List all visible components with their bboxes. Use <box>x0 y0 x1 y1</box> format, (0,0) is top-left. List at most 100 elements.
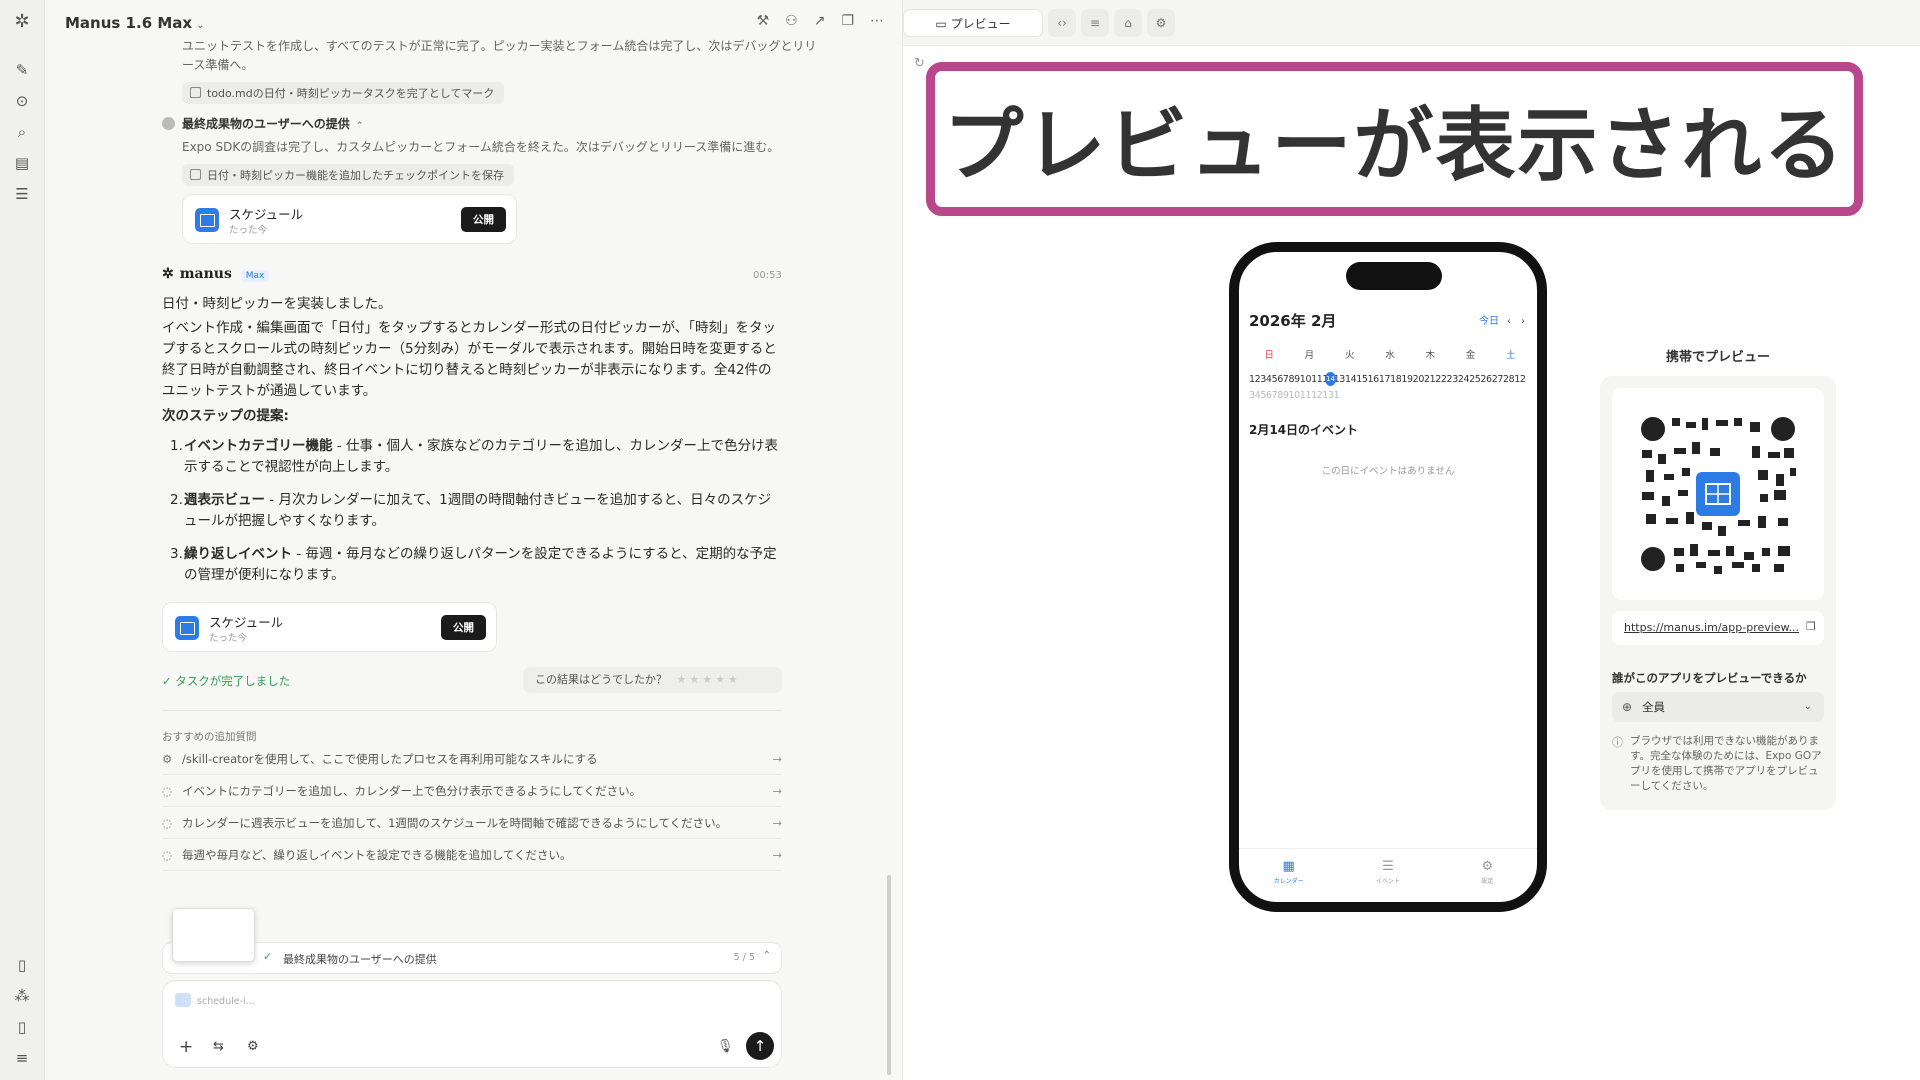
weekday: 火 <box>1344 350 1355 361</box>
weekday: 水 <box>1385 350 1395 361</box>
chip-checkpoint[interactable]: 日付・時刻ピッカー機能を追加したチェックポイントを保存 <box>182 164 514 186</box>
attachment-name: schedule-i... <box>197 996 255 1007</box>
chip-checkpoint-label: 日付・時刻ピッカー機能を追加したチェックポイントを保存 <box>207 169 504 182</box>
plan-badge: Max <box>240 270 270 282</box>
new-task-icon[interactable]: ✎ <box>12 60 32 80</box>
arrow-right-icon: → <box>772 816 782 830</box>
pane-resize-handle[interactable] <box>887 875 891 1075</box>
app-card[interactable]: スケジュール たった今 公開 <box>162 602 497 652</box>
computer-thumbnail[interactable] <box>172 908 255 962</box>
rating-question: この結果はどうでしたか？ <box>535 673 667 686</box>
chevron-right-icon[interactable]: › <box>1521 316 1525 327</box>
phone-tab-label: 設定 <box>1481 878 1494 885</box>
followup-text: /skill-creatorを使用して、ここで使用したプロセスを再利用可能なスキ… <box>182 752 598 766</box>
chat-bubble-icon: ◌ <box>162 848 173 862</box>
today-button[interactable]: 今日 <box>1479 316 1499 327</box>
message-input[interactable]: schedule-i... + ⇆ ⚙ 🎙 ↑ <box>162 980 782 1068</box>
phone-tab-events[interactable]: ☰ イベント <box>1358 849 1418 902</box>
selected-day[interactable]: 14 <box>1325 372 1336 386</box>
publish-button[interactable]: 公開 <box>441 615 486 640</box>
followup-text: カレンダーに週表示ビューを追加して、1週間のスケジュールを時間軸で確認できるよう… <box>182 816 728 830</box>
tasks-icon[interactable]: ☰ <box>12 184 32 204</box>
app-card-subtitle: たった今 <box>209 633 248 644</box>
star-rating-icons[interactable]: ★★★★★ <box>677 673 741 686</box>
calendar-days[interactable]: 1234567891011121314151617181920212223242… <box>1249 372 1531 404</box>
book-icon[interactable]: ▯ <box>12 955 32 975</box>
chat-bubble-icon: ◌ <box>162 816 173 830</box>
apps-icon[interactable]: ⁂ <box>12 986 32 1006</box>
access-select[interactable]: ⊕ 全員 ⌄ <box>1612 692 1824 722</box>
model-selector[interactable]: Manus 1.6 Max ⌄ <box>65 14 204 32</box>
step-description: Expo SDKの調査は完了し、カスタムピッカーとフォーム統合を終えた。次はデバ… <box>182 140 780 154</box>
phone-tab-calendar[interactable]: ▦ カレンダー <box>1259 849 1319 902</box>
phone-tab-label: カレンダー <box>1273 878 1304 885</box>
attachment-chip[interactable]: schedule-i... <box>175 992 255 1012</box>
connectors-icon[interactable]: ⇆ <box>213 1039 224 1054</box>
chat-pane: Manus 1.6 Max ⌄ ⚒ ⚇ ↗ ❐ ⋯ ユニットテストを作成し、すべて… <box>45 0 902 1080</box>
add-user-icon[interactable]: ⚇ <box>785 13 798 29</box>
phone-tab-settings[interactable]: ⚙ 設定 <box>1457 849 1517 902</box>
calendar-days-row2[interactable]: 3456789101112131 <box>1249 390 1340 401</box>
manus-logo-icon: ✲ <box>162 266 174 282</box>
publish-button[interactable]: 公開 <box>461 207 506 232</box>
followup-item[interactable]: ◌ カレンダーに週表示ビューを追加して、1週間のスケジュールを時間軸で確認できるよ… <box>162 807 782 839</box>
next-steps-list: 1. イベントカテゴリー機能 - 仕事・個人・家族などのカテゴリーを追加し、カレン… <box>162 436 782 598</box>
followup-item[interactable]: ◌ 毎週や毎月など、繰り返しイベントを設定できる機能を追加してください。 → <box>162 839 782 871</box>
followup-item[interactable]: ⚙ /skill-creatorを使用して、ここで使用したプロセスを再利用可能なス… <box>162 743 782 775</box>
step-number: 3. <box>170 546 183 562</box>
plus-icon[interactable]: + <box>179 1037 193 1057</box>
copy-icon[interactable]: ❐ <box>1806 620 1816 633</box>
check-icon: ✓ <box>263 950 273 963</box>
qr-code-container <box>1612 388 1824 600</box>
integrations-icon[interactable]: ⚙ <box>247 1039 259 1054</box>
message-line1: 日付・時刻ピッカーを実装しました。 <box>162 296 392 312</box>
lock-icon[interactable]: ⌂ <box>1114 9 1142 37</box>
phone-tab-label: イベント <box>1375 878 1400 885</box>
settings-sliders-icon[interactable]: ≡ <box>12 1048 32 1068</box>
library-icon[interactable]: ▤ <box>12 153 32 173</box>
step-header[interactable]: 最終成果物のユーザーへの提供 ⌃ <box>162 115 363 132</box>
database-icon[interactable]: ≡ <box>1081 9 1109 37</box>
check-icon: ✓ <box>162 674 176 688</box>
followup-text: イベントにカテゴリーを追加し、カレンダー上で色分け表示できるようにしてください。 <box>182 784 642 798</box>
preview-url[interactable]: https://manus.im/app-preview... <box>1612 611 1824 645</box>
preview-url-text[interactable]: https://manus.im/app-preview... <box>1624 621 1799 634</box>
mobile-preview-panel: https://manus.im/app-preview... ❐ 誰がこのアプ… <box>1600 376 1836 810</box>
manus-logo-icon[interactable]: ✲ <box>12 12 32 32</box>
chip-todo[interactable]: todo.mdの日付・時刻ピッカータスクを完了としてマーク <box>182 82 505 104</box>
agents-icon[interactable]: ⊙ <box>12 91 32 111</box>
step-title: 最終成果物のユーザーへの提供 <box>182 117 350 131</box>
step-number: 1. <box>170 438 183 454</box>
chevron-up-icon: ⌃ <box>762 950 771 961</box>
send-arrow-icon[interactable]: ↑ <box>746 1032 774 1060</box>
app-card-title: スケジュール <box>229 207 304 222</box>
calendar-days-row1[interactable]: 1234567891011121314151617181920212223242… <box>1249 374 1526 385</box>
preview-toolbar: ▭ プレビュー ‹› ≡ ⌂ ⚙ <box>903 0 1920 46</box>
agent-name: manus <box>179 266 232 282</box>
refresh-icon[interactable]: ↻ <box>914 56 925 71</box>
tab-preview-label: プレビュー <box>950 17 1011 31</box>
app-card[interactable]: スケジュール たった今 公開 <box>182 194 517 244</box>
files-icon[interactable]: ❐ <box>841 13 854 29</box>
microphone-icon[interactable]: 🎙 <box>717 1039 734 1054</box>
task-progress-count: 5 / 5 <box>733 952 755 963</box>
task-progress-bar[interactable]: ✓ 最終成果物のユーザーへの提供 5 / 5 ⌃ <box>162 942 782 974</box>
more-icon[interactable]: ⋯ <box>870 13 884 29</box>
tools-icon[interactable]: ⚒ <box>757 13 770 29</box>
followup-item[interactable]: ◌ イベントにカテゴリーを追加し、カレンダー上で色分け表示できるようにしてください… <box>162 775 782 807</box>
skill-icon: ⚙ <box>162 752 173 766</box>
calendar-app-icon <box>175 616 199 640</box>
step-check-icon <box>162 117 175 130</box>
settings-icon[interactable]: ⚙ <box>1147 9 1175 37</box>
mobile-icon[interactable]: ▯ <box>12 1017 32 1037</box>
step-text: - 月次カレンダーに加えて、1週間の時間軸付きビューを追加すると、日々のスケジュ… <box>184 492 772 529</box>
chevron-left-icon[interactable]: ‹ <box>1507 316 1511 327</box>
search-icon[interactable]: ⌕ <box>12 122 32 142</box>
left-rail: ✲ ✎ ⊙ ⌕ ▤ ☰ ▯ ⁂ ▯ ≡ <box>0 0 45 1080</box>
code-icon[interactable]: ‹› <box>1048 9 1076 37</box>
step-bold: 週表示ビュー <box>184 492 265 508</box>
share-icon[interactable]: ↗ <box>814 13 826 29</box>
agent-label: ✲ manus Max <box>162 266 270 282</box>
monitor-icon: ▭ <box>935 17 951 31</box>
tab-preview[interactable]: ▭ プレビュー <box>903 9 1043 37</box>
